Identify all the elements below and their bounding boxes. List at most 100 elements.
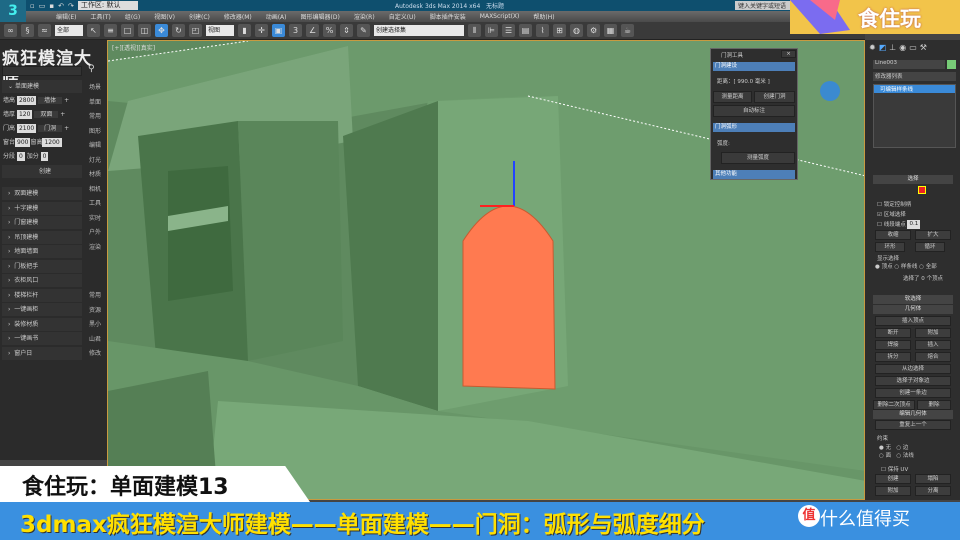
selection-filter-dropdown[interactable]: 全部	[55, 25, 84, 36]
geometry-button[interactable]: 选择子对象边	[875, 376, 951, 386]
angle-snap-icon[interactable]: ∠	[306, 24, 320, 37]
menu-item[interactable]: 脚本插件安装	[430, 12, 466, 21]
section-single-wall[interactable]: ⌄ 单面建模	[2, 80, 82, 93]
side-tab[interactable]: 编辑	[84, 140, 106, 149]
section-door-build[interactable]: 门洞建设	[713, 62, 795, 71]
lock-handles-checkbox[interactable]: ☐ 锁定控制柄	[877, 200, 911, 208]
app-logo-button[interactable]: 3	[0, 0, 26, 22]
grow-button[interactable]: 扩大	[915, 230, 951, 240]
link-icon[interactable]: ∞	[4, 24, 17, 37]
rollout-geometry[interactable]: 几何体	[873, 305, 953, 314]
section-collapsed[interactable]: › 一键画柜	[2, 303, 82, 316]
ref-coord-dropdown[interactable]: 视图	[206, 25, 235, 36]
geometry-button[interactable]: 从边选择	[875, 364, 951, 374]
param-input[interactable]: 2800	[16, 96, 37, 105]
modify-tab-icon[interactable]: ◩	[879, 43, 887, 52]
mirror-icon[interactable]: ⫴	[468, 24, 482, 37]
section-door-arc[interactable]: 门洞弧形	[713, 123, 795, 132]
side-tab[interactable]: 户外	[84, 227, 106, 236]
viewcube[interactable]	[820, 81, 840, 101]
menu-item[interactable]: 编辑(E)	[56, 12, 76, 21]
render-icon[interactable]: ☕	[621, 24, 635, 37]
keyboard-shortcut-icon[interactable]: ▣	[272, 24, 286, 37]
search-input[interactable]: 键入关键字或短语	[735, 1, 795, 10]
percent-snap-icon[interactable]: %	[323, 24, 337, 37]
repeat-last-button[interactable]: 重复上一个	[875, 420, 951, 430]
bind-icon[interactable]: ≈	[38, 24, 51, 37]
collapse-button[interactable]: 塌陷	[915, 474, 951, 484]
object-color-swatch[interactable]	[947, 60, 956, 69]
render-frame-icon[interactable]: ▦	[604, 24, 618, 37]
menu-item[interactable]: 自定义(U)	[389, 12, 416, 21]
stack-item[interactable]: 可编辑样条线	[874, 85, 955, 93]
area-value-input[interactable]: 0.1	[907, 220, 921, 229]
geometry-button[interactable]: 拆分	[875, 352, 911, 362]
segment-end-checkbox[interactable]: ☐ 线段端点 0.1	[877, 220, 921, 229]
section-other[interactable]: 其他功能	[713, 170, 795, 179]
select-icon[interactable]: ↖	[87, 24, 101, 37]
utilities-tab-icon[interactable]: ⚒	[920, 43, 927, 52]
side-tab[interactable]: 工具	[84, 198, 106, 207]
create-button[interactable]: 创建	[875, 474, 911, 484]
geometry-button[interactable]: 删除	[917, 400, 951, 410]
manipulate-icon[interactable]: ✛	[255, 24, 269, 37]
section-collapsed[interactable]: › 一键画书	[2, 332, 82, 345]
rollout-soft-selection[interactable]: 软选择	[873, 295, 953, 304]
search-icon[interactable]: ⚲	[88, 64, 95, 74]
ribbon-icon[interactable]: ▤	[519, 24, 533, 37]
rotate-icon[interactable]: ↻	[172, 24, 186, 37]
side-tab[interactable]: 修改	[84, 348, 106, 357]
insert-vertex-button[interactable]: 插入顶点	[875, 316, 951, 326]
param-input[interactable]: 120	[16, 110, 33, 119]
geometry-button[interactable]: 创建一条边	[875, 388, 951, 398]
rollout-selection[interactable]: 选择	[873, 175, 953, 184]
layer-icon[interactable]: ☰	[502, 24, 516, 37]
geometry-button[interactable]: 熔合	[915, 352, 951, 362]
rollout-edit-geometry[interactable]: 编辑几何体	[873, 410, 953, 419]
menu-item[interactable]: MAXScript(X)	[480, 13, 520, 20]
viewport-label[interactable]: [+][透视][真实]	[112, 43, 155, 52]
side-tab[interactable]: 单面	[84, 97, 106, 106]
section-collapsed[interactable]: › 窗户日	[2, 346, 82, 360]
param-button[interactable]: 墙体	[38, 97, 63, 104]
spline-level-icon[interactable]	[918, 186, 926, 194]
render-setup-icon[interactable]: ⚙	[587, 24, 601, 37]
menu-item[interactable]: 视图(V)	[154, 12, 175, 21]
window-crossing-icon[interactable]: ◫	[138, 24, 152, 37]
detach-button[interactable]: 分离	[915, 486, 951, 496]
close-button[interactable]: ×	[781, 50, 796, 58]
named-selection-dropdown[interactable]: 创建选择集	[374, 25, 465, 36]
side-tab[interactable]: 常用	[84, 111, 106, 120]
side-tab[interactable]: 渲染	[84, 242, 106, 251]
side-tab[interactable]: 常用	[84, 290, 106, 299]
section-collapsed[interactable]: › 双面建模	[2, 187, 82, 200]
create-door-button[interactable]: 创建门洞	[754, 91, 795, 103]
param-button[interactable]: 门洞	[38, 125, 63, 132]
motion-tab-icon[interactable]: ◉	[899, 43, 906, 52]
side-tab[interactable]: 相机	[84, 184, 106, 193]
door-opening[interactable]	[462, 205, 556, 390]
new-icon[interactable]: ▫	[30, 2, 35, 10]
object-name-field[interactable]: Line003	[873, 60, 945, 69]
side-tab[interactable]: 图形	[84, 126, 106, 135]
section-collapsed[interactable]: › 衣柜风口	[2, 274, 82, 287]
loop-button[interactable]: 循环	[915, 242, 945, 252]
geometry-button[interactable]: 插入	[915, 340, 951, 350]
menu-item[interactable]: 帮助(H)	[533, 12, 554, 21]
menu-item[interactable]: 渲染(R)	[354, 12, 375, 21]
workspace-dropdown[interactable]: 工作区: 默认	[77, 1, 139, 10]
curve-editor-icon[interactable]: ⌇	[536, 24, 550, 37]
rect-select-icon[interactable]: □	[121, 24, 135, 37]
spinner-snap-icon[interactable]: ⇕	[340, 24, 354, 37]
side-tab[interactable]: 黑小	[84, 319, 106, 328]
constraint-radios[interactable]: ● 无 ○ 边 ○ 面 ○ 法线	[879, 443, 914, 459]
display-radios[interactable]: ● 顶点 ○ 样条线 ○ 全部	[875, 262, 937, 270]
geometry-button[interactable]: 断开	[875, 328, 911, 338]
select-by-name-icon[interactable]: ≡	[104, 24, 118, 37]
section-collapsed[interactable]: › 装修材质	[2, 317, 82, 331]
measure-arc-button[interactable]: 测量弧度	[721, 152, 795, 164]
redo-icon[interactable]: ↷	[68, 2, 74, 10]
geometry-button[interactable]: 附加	[915, 328, 951, 338]
display-tab-icon[interactable]: ▭	[909, 43, 917, 52]
menu-item[interactable]: 组(G)	[125, 12, 140, 21]
